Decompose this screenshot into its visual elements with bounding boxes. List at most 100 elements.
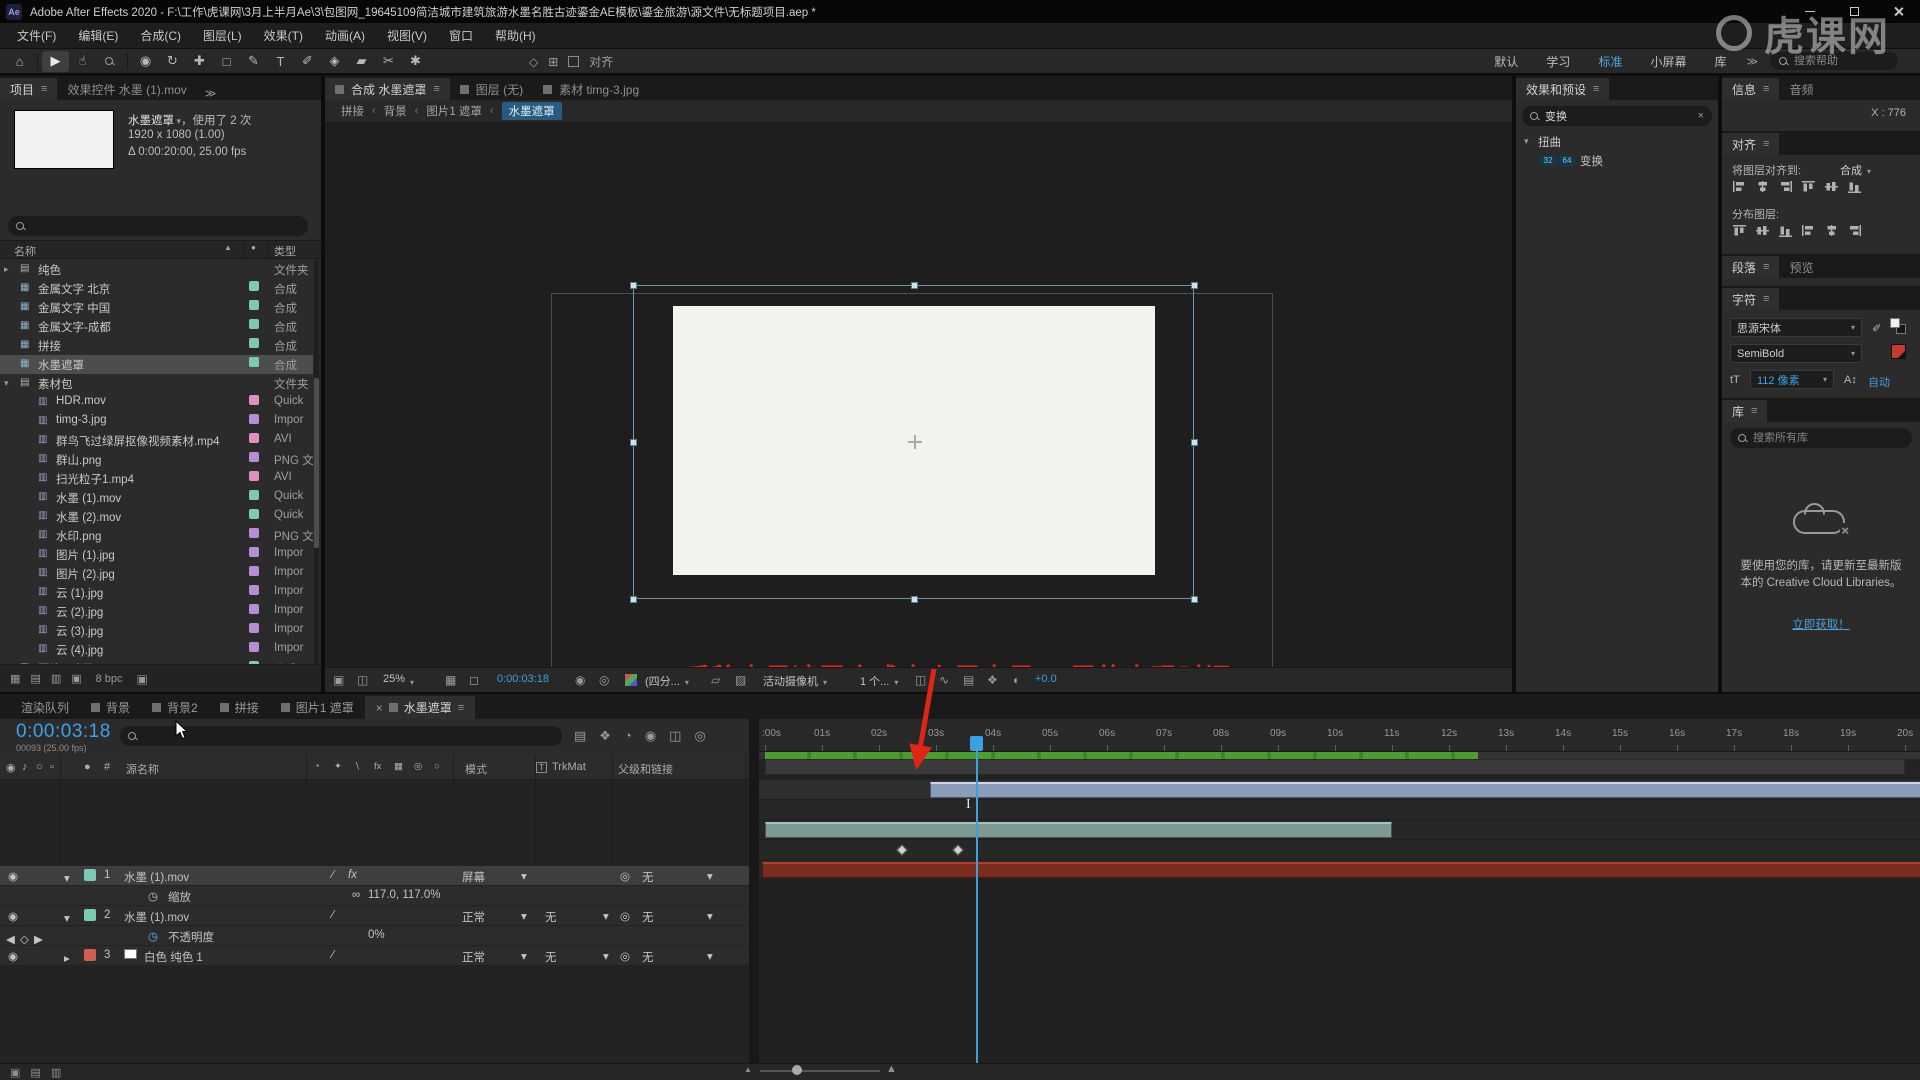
character-panel-tab[interactable]: 字符 ≡ — [1722, 288, 1780, 310]
project-item[interactable]: ▦ 拼接 合成 — [0, 336, 313, 355]
project-search-input[interactable] — [31, 220, 300, 232]
libraries-search-input[interactable] — [1753, 432, 1904, 444]
pixel-aspect-icon[interactable]: ◫ — [915, 673, 926, 687]
project-tab-效果控件 水墨 (1).mov[interactable]: 效果控件 水墨 (1).mov — [57, 78, 196, 100]
property-name[interactable]: 缩放 — [168, 889, 191, 905]
menu-item-8[interactable]: 帮助(H) — [484, 27, 547, 44]
shy-header-icon[interactable]: ◔ — [314, 761, 320, 772]
panel-menu-icon[interactable]: ≡ — [1763, 83, 1769, 95]
font-size-select[interactable]: 112 像素 ▾ — [1750, 370, 1834, 389]
selection-handle[interactable] — [1191, 282, 1198, 289]
layer-label-chip[interactable] — [84, 949, 96, 961]
label-color-chip[interactable] — [249, 433, 259, 443]
breadcrumb-item[interactable]: 背景 — [384, 103, 407, 119]
align-to-select[interactable]: 合成 ▾ — [1840, 162, 1871, 178]
project-item[interactable]: ▥ 图片 (1).jpg Impor — [0, 545, 313, 564]
effects-search-input[interactable] — [1545, 110, 1692, 122]
eye-header-icon[interactable]: ◉ — [6, 761, 16, 774]
fast-preview-icon[interactable]: ∿ — [939, 673, 949, 687]
label-color-chip[interactable] — [249, 566, 259, 576]
timeline-icon[interactable]: ▤ — [963, 673, 974, 687]
column-type[interactable]: 类型 — [274, 243, 296, 259]
layer-duration-bar[interactable] — [930, 782, 1920, 798]
panel-menu-icon[interactable]: ≡ — [458, 702, 464, 714]
distribute-vcen-button[interactable] — [1755, 224, 1770, 237]
track-row[interactable] — [759, 800, 1920, 820]
column-parent[interactable]: 父级和链接 — [618, 761, 673, 777]
rotate-tool[interactable]: ↻ — [159, 51, 186, 72]
new-folder-icon[interactable]: ▤ — [30, 672, 40, 685]
project-item[interactable]: ▸ ▤ 纯色 文件夹 — [0, 260, 313, 279]
timeline-tab-水墨遮罩[interactable]: × 水墨遮罩 ≡ — [364, 696, 476, 719]
leading-value[interactable]: 自动 — [1868, 374, 1890, 390]
more-panels-icon[interactable]: ≫ — [197, 87, 225, 100]
transparency-grid-icon[interactable]: ▨ — [735, 673, 746, 687]
show-snapshot-icon[interactable]: ◎ — [599, 673, 609, 687]
layer-label-chip[interactable] — [84, 869, 96, 881]
timeline-search-input[interactable] — [143, 730, 554, 742]
selection-tool[interactable]: ▶ — [42, 50, 69, 72]
property-name[interactable]: 不透明度 — [168, 929, 214, 945]
align-vcen-button[interactable] — [1824, 180, 1839, 193]
distribute-right-button[interactable] — [1847, 224, 1862, 237]
exposure-icon[interactable]: ◐ — [1013, 673, 1020, 687]
eraser-tool[interactable]: ▰ — [348, 51, 375, 72]
align-right-button[interactable] — [1778, 180, 1793, 193]
align-top-button[interactable] — [1801, 180, 1816, 193]
resolution-select[interactable]: (四分... ▾ — [645, 673, 689, 689]
timeline-tab-拼接[interactable]: 拼接 — [209, 696, 270, 719]
info-tab-音频[interactable]: 音频 — [1779, 78, 1823, 100]
channel-grid-icon[interactable]: ◫ — [357, 673, 368, 687]
project-item[interactable]: ▦ 水墨遮罩 合成 — [0, 355, 313, 374]
composition-viewport[interactable]: 后移水墨遮罩合成中上层水墨(1)层的出现时间 — [325, 122, 1512, 667]
label-color-chip[interactable] — [249, 414, 259, 424]
monitor-icon[interactable]: ▣ — [333, 673, 344, 687]
prev-keyframe-button[interactable]: ◀ — [6, 932, 15, 946]
project-item[interactable]: ▥ timg-3.jpg Impor — [0, 412, 313, 431]
font-style-select[interactable]: SemiBold ▾ — [1730, 344, 1862, 363]
label-color-chip[interactable] — [249, 452, 259, 462]
shy-icon[interactable]: ◉ — [645, 728, 656, 744]
panel-menu-icon[interactable]: ≡ — [41, 83, 47, 95]
folder-twirl-icon[interactable]: ▸ — [4, 264, 9, 275]
quality-header-icon[interactable]: ∖ — [354, 761, 360, 772]
project-item[interactable]: ▥ 水墨 (1).mov Quick — [0, 488, 313, 507]
type-tool[interactable]: T — [267, 51, 294, 72]
sort-ascending-icon[interactable]: ▲ — [224, 243, 232, 252]
workspace-小屏幕[interactable]: 小屏幕 — [1638, 53, 1698, 70]
menu-item-2[interactable]: 合成(C) — [129, 27, 192, 44]
timeline-zoom-slider[interactable] — [760, 1070, 880, 1072]
keyframe-diamond[interactable] — [896, 844, 908, 856]
menu-item-7[interactable]: 窗口 — [438, 27, 484, 44]
fx-badge[interactable]: fx — [348, 869, 357, 881]
project-item[interactable]: ▥ 水印.png PNG 文 — [0, 526, 313, 545]
mask-option-icon[interactable]: ◇ — [529, 55, 538, 69]
fill-color-swatch[interactable] — [1891, 344, 1906, 359]
viewer-tab-合成 水墨遮罩[interactable]: 合成 水墨遮罩 ≡ — [325, 78, 450, 100]
orbit-tool[interactable]: ◉ — [132, 51, 159, 72]
ruler-icon[interactable]: ▦ — [445, 673, 456, 687]
timeline-splitter[interactable] — [749, 719, 759, 1063]
layer-duration-bar[interactable] — [762, 862, 1920, 878]
new-comp-icon[interactable]: ▥ — [51, 672, 61, 685]
trkmat-select[interactable]: 无 — [545, 909, 557, 925]
clone-stamp-tool[interactable]: ◈ — [321, 51, 348, 72]
panel-menu-icon[interactable]: ≡ — [1593, 83, 1599, 95]
selection-handle[interactable] — [630, 596, 637, 603]
mode-select[interactable]: 正常 — [462, 949, 485, 965]
effects-search[interactable]: × — [1522, 106, 1712, 126]
threed-header-icon[interactable]: ○ — [434, 761, 440, 772]
help-search-input[interactable] — [1794, 55, 1884, 67]
panel-menu-icon[interactable]: ≡ — [1751, 405, 1757, 417]
label-color-chip[interactable] — [249, 528, 259, 538]
libraries-panel-tab[interactable]: 库 ≡ — [1722, 400, 1768, 422]
menu-item-1[interactable]: 编辑(E) — [67, 27, 129, 44]
visibility-toggle[interactable]: ◉ — [8, 949, 18, 963]
project-item[interactable]: ▾ ▤ 素材包 文件夹 — [0, 374, 313, 393]
column-name[interactable]: 名称 — [14, 243, 36, 259]
anchor-point[interactable] — [908, 435, 922, 449]
project-item[interactable]: ▥ 云 (1).jpg Impor — [0, 583, 313, 602]
channels-swatch[interactable] — [625, 674, 637, 686]
zoom-in-mountain-icon[interactable]: ▲ — [886, 1063, 897, 1075]
trkmat-select[interactable]: 无 — [545, 949, 557, 965]
